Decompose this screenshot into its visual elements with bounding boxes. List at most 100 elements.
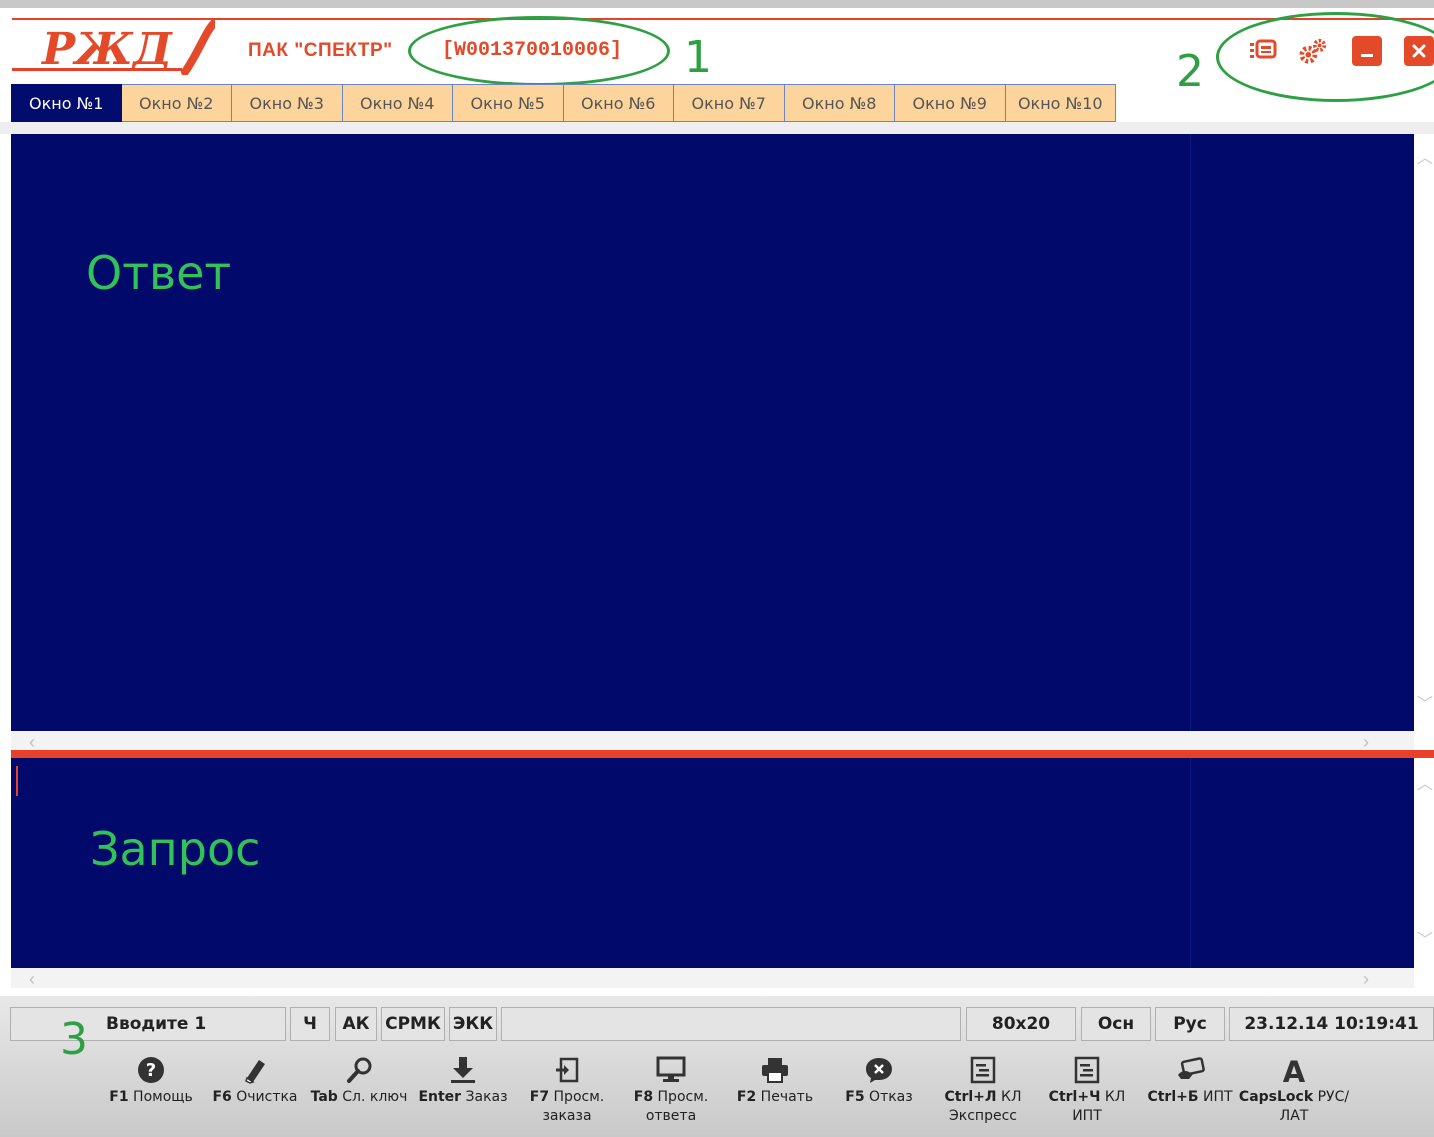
ctrl-l-kl-express-button[interactable]: Ctrl+Л КЛ Экспресс <box>933 1055 1033 1126</box>
gears-icon <box>1299 38 1327 64</box>
printer-icon <box>762 1058 788 1083</box>
f1-help-button[interactable]: ? F1 Помощь <box>101 1055 201 1107</box>
fkey-label-line2: заказа <box>542 1108 592 1124</box>
fkey-code: F1 <box>109 1089 129 1105</box>
ctrl-b-ipt-button[interactable]: Ctrl+Б ИПТ <box>1140 1055 1240 1107</box>
answer-horizontal-scrollbar[interactable]: ‹ › <box>11 731 1414 752</box>
scroll-left-arrow[interactable]: ‹ <box>29 969 35 990</box>
fkey-label: Очистка <box>236 1089 298 1105</box>
f6-clear-button[interactable]: F6 Очистка <box>205 1055 305 1107</box>
scroll-down-arrow[interactable]: ﹀ <box>1417 697 1433 713</box>
fkey-code: Enter <box>418 1089 462 1105</box>
answer-vertical-scrollbar[interactable]: ︿ ﹀ <box>1414 134 1434 731</box>
fkey-code: Tab <box>310 1089 338 1105</box>
fkey-label: Просм. <box>657 1089 709 1105</box>
annotation-number-2: 2 <box>1176 46 1204 97</box>
fkey-code: F2 <box>736 1089 757 1105</box>
status-flag-srmk: СРМК <box>381 1007 445 1041</box>
status-datetime: 23.12.14 10:19:41 <box>1229 1007 1434 1041</box>
close-button[interactable] <box>1404 36 1434 66</box>
tab-window-4[interactable]: Окно №4 <box>342 84 453 122</box>
card-icon <box>1178 1057 1205 1079</box>
status-screen-size: 80x20 <box>966 1007 1076 1041</box>
tab-window-7[interactable]: Окно №7 <box>674 84 785 122</box>
eraser-icon <box>245 1060 265 1084</box>
text-cursor <box>16 766 18 796</box>
fkey-code: Ctrl+Б <box>1147 1089 1199 1105</box>
document-icon <box>970 1056 996 1084</box>
tab-window-5[interactable]: Окно №5 <box>453 84 564 122</box>
f2-print-button[interactable]: F2 Печать <box>725 1055 825 1107</box>
capslock-rus-lat-button[interactable]: A CapsLock РУС/ЛАТ <box>1239 1055 1349 1126</box>
tab-key-button[interactable]: Tab Сл. ключ <box>309 1055 409 1107</box>
enter-order-button[interactable]: Enter Заказ <box>413 1055 513 1107</box>
f5-refuse-button[interactable]: F5 Отказ <box>829 1055 929 1107</box>
minimize-button[interactable] <box>1352 36 1382 66</box>
fkey-label: Заказ <box>465 1089 508 1105</box>
tab-window-6[interactable]: Окно №6 <box>563 84 674 122</box>
status-mode: Осн <box>1081 1007 1151 1041</box>
tab-window-2[interactable]: Окно №2 <box>121 84 232 122</box>
fkey-code: Ctrl+Ч <box>1048 1089 1101 1105</box>
fkey-label: ИПТ <box>1202 1089 1233 1105</box>
logo-underline <box>12 68 182 71</box>
help-icon: ? <box>138 1057 164 1083</box>
fkey-label-line2: ответа <box>645 1108 697 1124</box>
request-label: Запрос <box>90 822 261 876</box>
fkey-label: Сл. ключ <box>342 1089 408 1105</box>
request-panel-divider <box>1190 758 1191 968</box>
scroll-up-arrow[interactable]: ︿ <box>1417 777 1433 793</box>
window-list-button[interactable] <box>1248 36 1278 66</box>
scroll-down-arrow[interactable]: ﹀ <box>1417 933 1433 949</box>
request-panel[interactable]: Запрос <box>11 758 1414 968</box>
annotation-number-3: 3 <box>60 1014 88 1065</box>
fkey-label: Печать <box>760 1089 814 1105</box>
fkey-label: КЛ <box>1001 1089 1022 1105</box>
fkey-code: F5 <box>845 1089 865 1105</box>
status-input-field: Вводите 1 <box>10 1007 286 1041</box>
window-top-strip <box>0 0 1434 8</box>
f8-view-answer-button[interactable]: F8 Просм. ответа <box>621 1055 721 1126</box>
fkey-code: CapsLock <box>1238 1089 1314 1105</box>
letter-a-icon: A <box>1283 1056 1306 1084</box>
answer-label: Ответ <box>86 246 232 300</box>
fkey-label-line2: Экспресс <box>949 1108 1017 1124</box>
minimize-icon <box>1361 54 1373 57</box>
scroll-right-arrow[interactable]: › <box>1363 969 1369 990</box>
tab-window-1[interactable]: Окно №1 <box>11 84 122 122</box>
ctrl-ch-kl-ipt-button[interactable]: Ctrl+Ч КЛ ИПТ <box>1037 1055 1137 1126</box>
scroll-up-arrow[interactable]: ︿ <box>1417 151 1433 167</box>
status-language: Рус <box>1155 1007 1225 1041</box>
fkey-label: КЛ <box>1104 1089 1126 1105</box>
close-icon <box>1412 44 1426 58</box>
search-key-icon <box>347 1057 372 1083</box>
view-order-icon <box>556 1057 579 1083</box>
window-list-icon <box>1250 39 1277 59</box>
fkey-label: РУС/ <box>1317 1089 1350 1105</box>
header-red-line <box>12 18 1434 20</box>
app-title: ПАК "СПЕКТР" <box>248 40 393 61</box>
app-window: РЖД ПАК "СПЕКТР" [W001370010006] 1 2 Окн… <box>0 0 1434 1137</box>
tab-window-9[interactable]: Окно №9 <box>895 84 1006 122</box>
status-flag-ch: Ч <box>290 1007 330 1041</box>
settings-button[interactable] <box>1298 36 1328 66</box>
tab-window-10[interactable]: Окно №10 <box>1005 84 1116 122</box>
annotation-ellipse-1 <box>408 16 670 86</box>
request-horizontal-scrollbar[interactable]: ‹ › <box>11 968 1414 990</box>
fkey-label: Отказ <box>869 1089 913 1105</box>
tab-window-3[interactable]: Окно №3 <box>232 84 343 122</box>
fkey-label-line2: ИПТ <box>1072 1108 1102 1124</box>
fkey-label-line2: ЛАТ <box>1279 1108 1309 1124</box>
svg-text:?: ? <box>146 1060 156 1081</box>
status-flag-ekk: ЭКК <box>449 1007 497 1041</box>
tab-window-8[interactable]: Окно №8 <box>784 84 895 122</box>
f7-view-order-button[interactable]: F7 Просм. заказа <box>517 1055 617 1126</box>
cancel-icon <box>866 1058 892 1083</box>
fkey-label: Просм. <box>553 1089 605 1105</box>
monitor-icon <box>656 1056 686 1082</box>
answer-panel[interactable]: Ответ <box>11 134 1414 731</box>
fkey-code: F7 <box>529 1089 550 1105</box>
panel-separator[interactable] <box>11 750 1434 758</box>
tabs-underline <box>0 122 1434 134</box>
request-vertical-scrollbar[interactable]: ︿ ﹀ <box>1414 758 1434 968</box>
